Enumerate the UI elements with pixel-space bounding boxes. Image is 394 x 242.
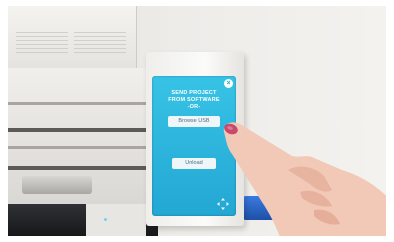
cutter-lid <box>8 6 137 68</box>
hand <box>223 122 386 236</box>
cutter-base-tray <box>86 204 146 236</box>
cutter-rail <box>8 128 148 132</box>
product-photo: × SEND PROJECT FROM SOFTWARE -OR- Browse… <box>8 6 386 236</box>
cutter-rail <box>8 166 148 170</box>
screen-title: SEND PROJECT FROM SOFTWARE -OR- <box>156 90 232 111</box>
cutter-roller <box>22 176 92 194</box>
close-icon[interactable]: × <box>224 79 233 88</box>
screen-title-line: FROM SOFTWARE <box>168 97 220 103</box>
screen-title-line: SEND PROJECT <box>171 90 217 96</box>
cutter-rail <box>8 146 148 149</box>
cutter-rail <box>8 102 148 105</box>
unload-button[interactable]: Unload <box>172 158 216 169</box>
browse-usb-button[interactable]: Browse USB <box>168 116 220 127</box>
status-led <box>104 218 107 221</box>
screen-title-line: -OR- <box>187 104 201 110</box>
lid-printed-instructions-right <box>74 32 126 54</box>
lid-printed-instructions-left <box>16 32 68 54</box>
